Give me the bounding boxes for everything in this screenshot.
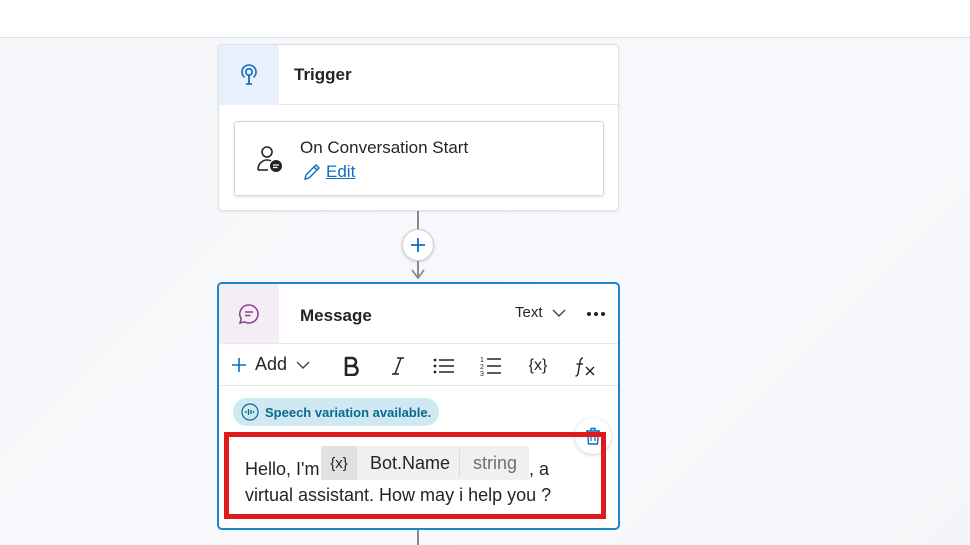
italic-icon xyxy=(392,357,404,375)
trigger-node[interactable]: Trigger On Conversation Start Edit xyxy=(218,44,619,211)
svg-text:1: 1 xyxy=(480,357,484,364)
insert-variable-button[interactable]: {x} xyxy=(524,352,552,380)
trigger-icon-box xyxy=(219,45,279,105)
message-text-after-variable: , a xyxy=(529,459,550,479)
message-icon-box xyxy=(219,284,279,343)
variable-chip-icon: {x} xyxy=(321,446,357,480)
svg-text:3: 3 xyxy=(480,371,484,377)
variable-chip[interactable]: {x} Bot.Name string xyxy=(321,446,529,480)
add-label: Add xyxy=(255,354,288,374)
add-dropdown-button[interactable]: Add xyxy=(231,354,311,375)
message-type-dropdown[interactable]: Text xyxy=(515,304,567,321)
speech-badge-label: Speech variation available. xyxy=(265,404,432,420)
chevron-down-icon xyxy=(296,361,310,369)
edit-label: Edit xyxy=(326,162,356,181)
plus-icon xyxy=(411,238,425,252)
trigger-title: Trigger xyxy=(294,65,352,84)
plus-icon xyxy=(232,357,246,372)
speech-variation-badge[interactable]: Speech variation available. xyxy=(233,398,440,426)
bullet-list-icon xyxy=(433,358,454,374)
formula-fx-icon xyxy=(575,357,595,377)
trigger-header: Trigger xyxy=(219,45,618,105)
message-type-label: Text xyxy=(515,304,543,321)
bold-button[interactable] xyxy=(337,352,365,380)
formatting-toolbar: Add 1 2 3 {x} xyxy=(219,343,618,386)
message-text-prefix: Hello, I'm xyxy=(245,459,320,479)
variable-chip-name: Bot.Name xyxy=(370,452,451,473)
trash-icon xyxy=(586,427,600,445)
top-bar xyxy=(0,0,970,38)
conversation-start-card[interactable]: On Conversation Start Edit xyxy=(234,121,604,196)
chevron-down-icon xyxy=(552,309,566,317)
chat-bubble-icon xyxy=(238,303,259,324)
numbered-list-button[interactable]: 1 2 3 xyxy=(477,352,505,380)
numbered-list-icon: 1 2 3 xyxy=(480,357,501,377)
italic-button[interactable] xyxy=(384,352,412,380)
bold-icon xyxy=(344,356,359,376)
connector-line-bottom xyxy=(417,530,419,545)
trigger-icon xyxy=(241,64,257,85)
delete-message-button[interactable] xyxy=(575,418,611,454)
audio-waveform-icon xyxy=(241,403,259,421)
variable-chip-type: string xyxy=(473,452,518,473)
connector-line-upper xyxy=(417,211,419,230)
edit-link[interactable]: Edit xyxy=(302,162,355,182)
connector-arrow-icon xyxy=(411,269,425,280)
insert-formula-button[interactable] xyxy=(571,352,599,380)
event-title: On Conversation Start xyxy=(300,138,469,157)
message-title: Message xyxy=(300,306,372,325)
more-options-icon[interactable] xyxy=(583,302,609,326)
svg-text:2: 2 xyxy=(480,364,484,371)
person-chat-icon xyxy=(257,146,282,172)
message-text-second-line: virtual assistant. How may i help you ? xyxy=(245,485,552,505)
variable-button-label: {x} xyxy=(528,357,548,374)
bulleted-list-button[interactable] xyxy=(430,352,458,380)
pencil-icon xyxy=(304,164,320,180)
add-node-button[interactable] xyxy=(402,229,434,261)
